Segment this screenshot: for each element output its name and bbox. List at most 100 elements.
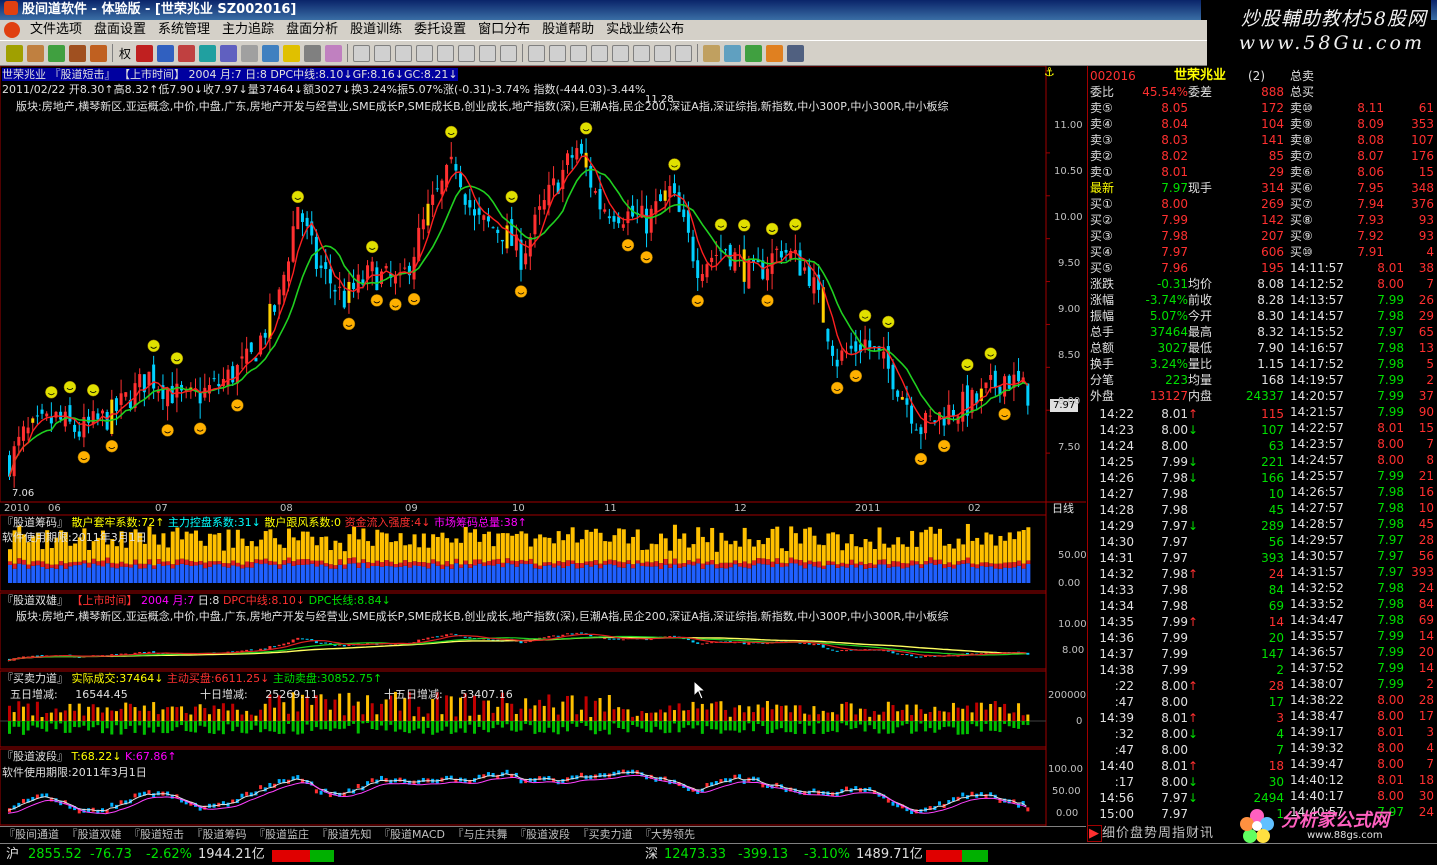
tick-volume: 90: [1418, 405, 1434, 419]
chips-bar-yellow: [268, 529, 273, 561]
anchor-icon[interactable]: ⚓: [1044, 66, 1055, 79]
chips-bar-yellow: [356, 539, 361, 563]
arrow-icon[interactable]: [6, 44, 23, 62]
force-bar-up: [370, 703, 374, 721]
tab-formula[interactable]: 『股道短击: [129, 828, 184, 841]
force-bar-down: [287, 721, 290, 724]
buy-level-price: 8.00: [1161, 197, 1188, 211]
tab-formula[interactable]: 『股间通道: [4, 828, 59, 841]
smiley-marker-icon: [579, 122, 593, 135]
chips-bar-red: [449, 564, 454, 569]
palette-icon[interactable]: [766, 44, 784, 62]
menu-order-settings[interactable]: 委托设置: [408, 20, 472, 40]
quote-tab-labels[interactable]: 细价盘势周指财讯: [1102, 826, 1214, 841]
tick-volume: 221: [1261, 455, 1284, 469]
tab-formula[interactable]: 『股道双雄: [67, 828, 122, 841]
force-bar-up: [110, 710, 114, 721]
move-icon[interactable]: [304, 44, 322, 62]
folder-icon[interactable]: [27, 44, 44, 62]
candle-body: [831, 345, 835, 356]
period-label[interactable]: 日线: [1052, 502, 1074, 515]
tab-formula[interactable]: 『股道筹码: [192, 828, 247, 841]
force-bar-up: [789, 712, 793, 721]
force-bar-down: [254, 721, 258, 726]
fib-icon[interactable]: [549, 44, 567, 62]
menu-board-settings[interactable]: 盘面设置: [88, 20, 152, 40]
pencil-icon[interactable]: [90, 44, 107, 62]
sh-amount: 1944.21亿: [198, 847, 265, 862]
cursor-icon[interactable]: [283, 44, 301, 62]
tab-formula[interactable]: 『与庄共舞: [452, 828, 507, 841]
force-bar-up: [854, 714, 858, 721]
copy-icon[interactable]: [703, 44, 721, 62]
quote-view-tabs[interactable]: ▶ 细价盘势周指财讯: [1087, 825, 1237, 842]
force-bar-up: [998, 707, 1002, 721]
refresh-icon[interactable]: [325, 44, 343, 62]
candle-body: [784, 249, 788, 253]
tab-formula[interactable]: 『大势领先: [640, 828, 695, 841]
chips-bar-red: [542, 562, 547, 566]
list-icon[interactable]: [199, 44, 217, 62]
twin-candle: [696, 642, 700, 644]
gann-icon[interactable]: [591, 44, 609, 62]
bar-icon[interactable]: [69, 44, 86, 62]
chips-bar-blue: [1021, 568, 1026, 583]
delete-icon[interactable]: [745, 44, 763, 62]
bookmark-icon[interactable]: [220, 44, 238, 62]
paste-icon[interactable]: [724, 44, 742, 62]
rectangle-icon[interactable]: [633, 44, 651, 62]
diagonal-icon[interactable]: [570, 44, 588, 62]
ellipse-icon[interactable]: [654, 44, 672, 62]
menu-system[interactable]: 系统管理: [152, 20, 216, 40]
save-icon[interactable]: [787, 44, 805, 62]
draw-line-icon[interactable]: [500, 44, 518, 62]
menu-app-icon[interactable]: [4, 22, 20, 38]
quote-tab-selected[interactable]: ▶: [1087, 825, 1102, 842]
chart-canvas[interactable]: [0, 66, 1086, 826]
window-icon[interactable]: [479, 44, 497, 62]
force-bar-down: [26, 721, 30, 731]
grid-icon[interactable]: [157, 44, 175, 62]
chips-bar-red: [649, 562, 654, 567]
cross-icon[interactable]: [178, 44, 196, 62]
force-bar-down: [73, 721, 77, 727]
watermark-line2: www.58Gu.com: [1238, 32, 1425, 54]
chips-bar-red: [872, 564, 877, 568]
menu-board-analysis[interactable]: 盘面分析: [280, 20, 344, 40]
menu-training[interactable]: 股道训练: [344, 20, 408, 40]
trend-icon[interactable]: [416, 44, 434, 62]
tab-formula[interactable]: 『股道MACD: [379, 828, 445, 841]
sh-label: 沪: [6, 847, 20, 862]
volume-icon[interactable]: [458, 44, 476, 62]
channel-icon[interactable]: [612, 44, 630, 62]
menu-main-track[interactable]: 主力追踪: [216, 20, 280, 40]
chips-bar-yellow: [663, 538, 668, 559]
tab-formula[interactable]: 『股道先知: [317, 828, 372, 841]
chart-icon[interactable]: [48, 44, 65, 62]
red-flag-icon[interactable]: [136, 44, 154, 62]
zoom-icon[interactable]: [241, 44, 259, 62]
chips-bar-blue: [724, 568, 729, 583]
menu-help[interactable]: 股道帮助: [536, 20, 600, 40]
fork-icon[interactable]: [437, 44, 455, 62]
tab-formula[interactable]: 『买卖力道: [577, 828, 632, 841]
menu-file[interactable]: 文件选项: [24, 20, 88, 40]
home-icon[interactable]: [262, 44, 280, 62]
menu-window-layout[interactable]: 窗口分布: [472, 20, 536, 40]
tick-price: 7.97: [1161, 791, 1188, 805]
bars-icon[interactable]: [374, 44, 392, 62]
kline-icon[interactable]: [353, 44, 371, 62]
tab-formula[interactable]: 『股道波段: [515, 828, 570, 841]
tick-time: 14:30: [1099, 535, 1134, 549]
period-dropdown[interactable]: 权: [119, 45, 131, 62]
line-icon[interactable]: [395, 44, 413, 62]
columns-icon[interactable]: [528, 44, 546, 62]
tab-formula[interactable]: 『股道监庄: [254, 828, 309, 841]
twin-candle: [826, 648, 830, 650]
chips-bar-blue: [138, 568, 143, 583]
menu-performance[interactable]: 实战业绩公布: [600, 20, 690, 40]
text-icon[interactable]: [675, 44, 693, 62]
twin-candle: [296, 637, 300, 640]
force-bar-down: [119, 721, 123, 735]
force-bar-down: [631, 721, 635, 726]
